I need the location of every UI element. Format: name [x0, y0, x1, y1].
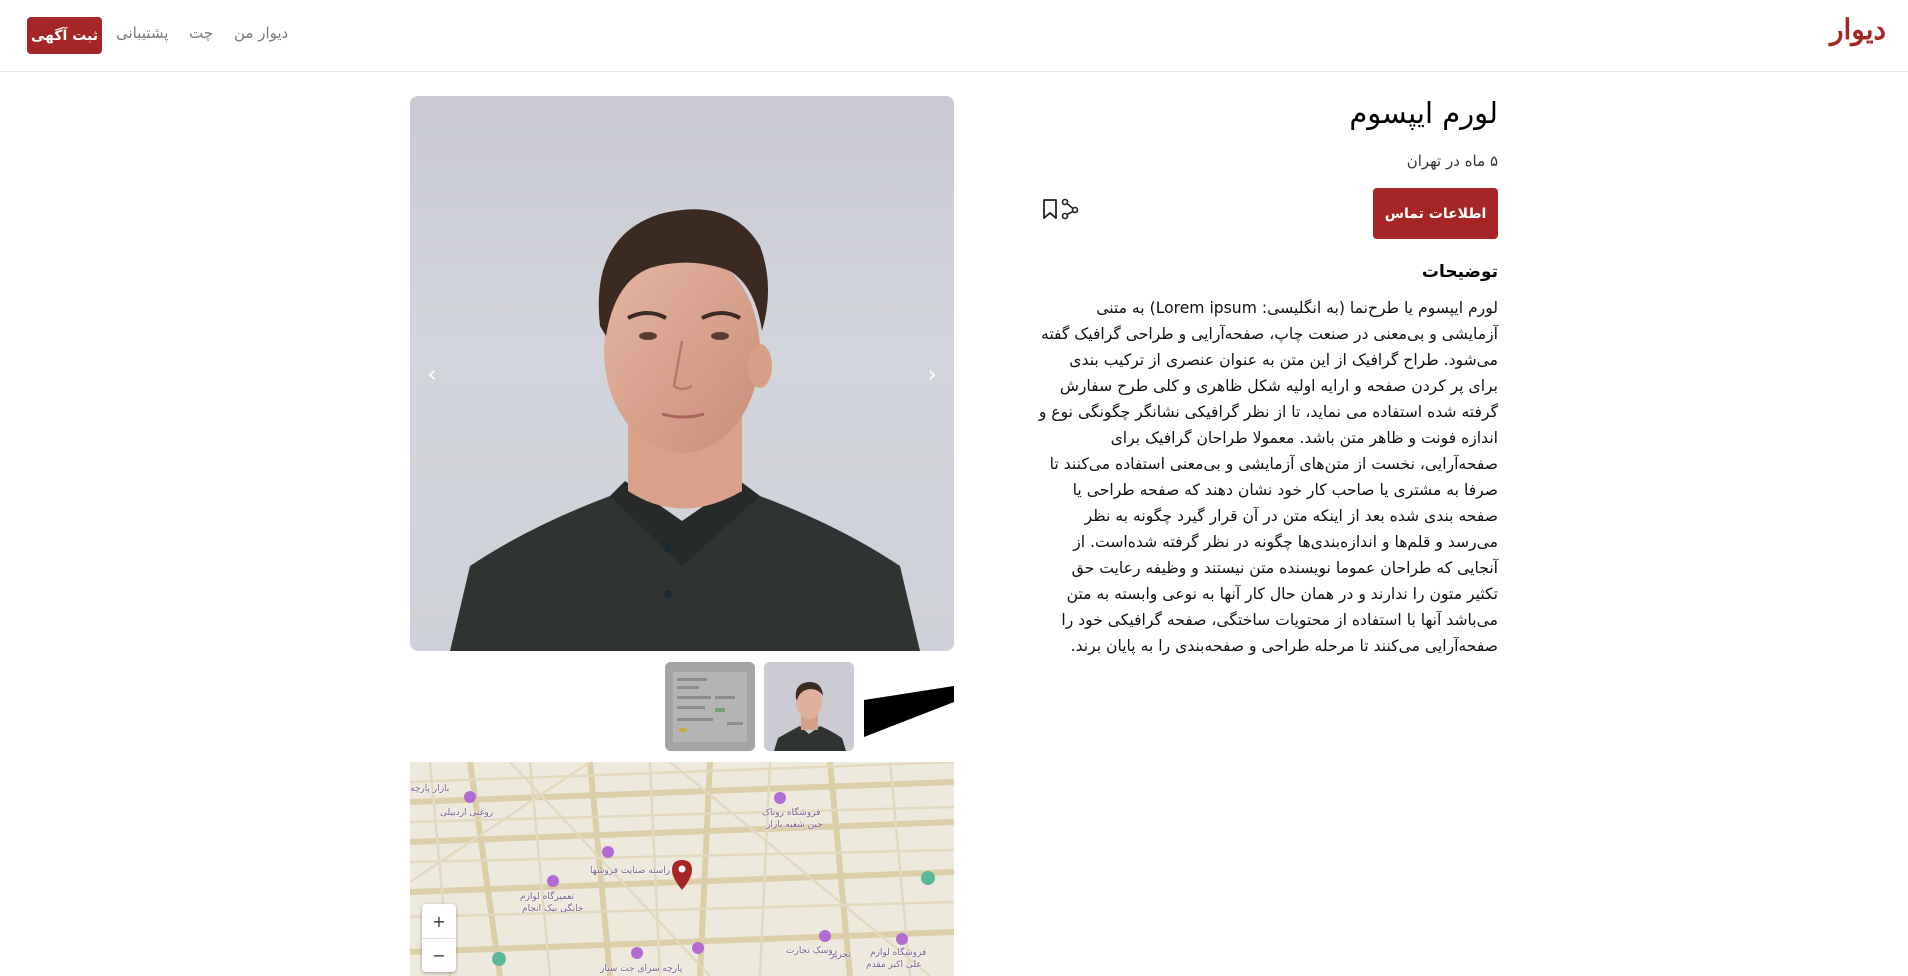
map-label: روغنی اردبیلی [440, 808, 494, 818]
screenshot-thumbnail-image [665, 662, 755, 751]
map-label: علی اکبر مقدم [866, 960, 922, 970]
map-label: راسته صنایت فروشها [590, 866, 671, 876]
main-photo[interactable]: ‹ › [410, 96, 954, 651]
black-shape-thumbnail-image [864, 686, 954, 737]
nav-support-link[interactable]: پشتیبانی [116, 24, 168, 42]
map-label: روسک تجارت [786, 946, 838, 956]
map-label: بازار پارچه [410, 784, 450, 794]
chevron-left-icon[interactable]: ‹ [422, 362, 442, 386]
zoom-in-button[interactable]: + [422, 904, 456, 938]
listing-subtitle: ۵ ماه در تهران [1406, 152, 1498, 170]
listing-title: لورم ایپسوم [1349, 96, 1498, 130]
divar-logo[interactable]: دیوار [1830, 13, 1886, 46]
nav-chat-link[interactable]: چت [189, 24, 213, 42]
map-label: جین شعبه بازار [766, 820, 823, 830]
description-heading: توضیحات [1421, 262, 1498, 282]
listing-actions [1041, 198, 1081, 222]
bookmark-icon[interactable] [1041, 198, 1059, 220]
contact-info-button[interactable]: اطلاعات تماس [1373, 188, 1498, 239]
thumbnail-partial[interactable] [864, 662, 954, 751]
nav-my-divar-link[interactable]: دیوار من [234, 24, 288, 42]
map-label: تعمیرگاه لوازم [520, 892, 575, 902]
map-zoom-controls: + − [422, 904, 456, 972]
top-header: ثبت آگهی پشتیبانی چت دیوار من دیوار [0, 0, 1908, 72]
post-ad-button[interactable]: ثبت آگهی [27, 17, 102, 54]
thumbnail-screenshot[interactable] [665, 662, 755, 751]
map-label: پارچه سرای جت ستار [600, 964, 683, 974]
map-streets [410, 762, 954, 976]
zoom-out-button[interactable]: − [422, 938, 456, 972]
map-label: خانگی بیک انجام [522, 904, 584, 914]
person-thumbnail-image [764, 662, 854, 751]
portrait-photo [450, 209, 920, 651]
map-label: فروشگاه لوازم [870, 948, 927, 958]
map-label: فروشگاه روناک [762, 808, 821, 818]
chevron-right-icon[interactable]: › [922, 362, 942, 386]
thumbnail-person[interactable] [764, 662, 854, 751]
share-icon[interactable] [1061, 198, 1079, 220]
location-map[interactable]: بازار پارچه روغنی اردبیلی فروشگاه روناک … [410, 762, 954, 976]
listing-description: لورم ایپسوم یا طرح‌نما (به انگلیسی: Lore… [1038, 299, 1498, 655]
